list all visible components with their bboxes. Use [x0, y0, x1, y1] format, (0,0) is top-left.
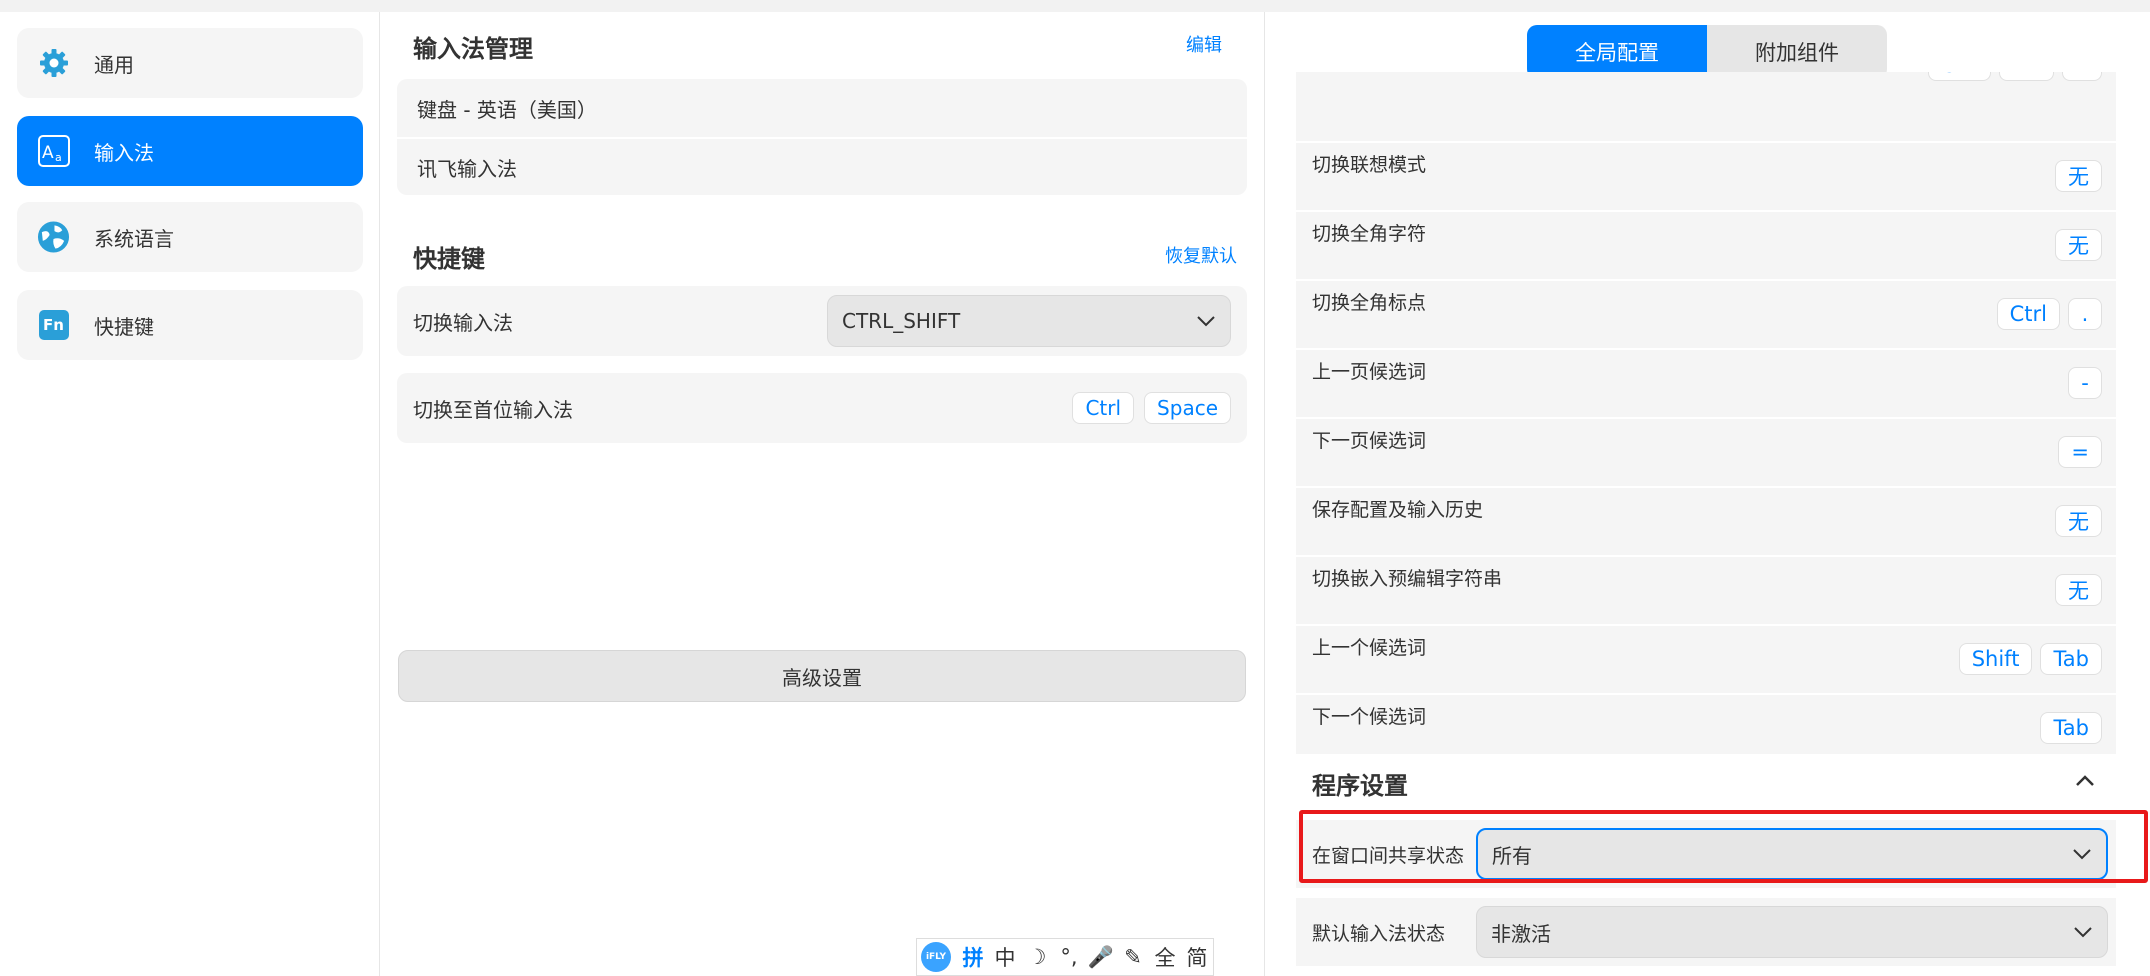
sidebar-item-general[interactable]: 通用	[17, 28, 363, 98]
sidebar-item-label: 输入法	[94, 140, 154, 165]
fullwidth-icon[interactable]: 全	[1149, 942, 1181, 972]
sidebar-item-shortcuts[interactable]: Fn 快捷键	[17, 290, 363, 360]
handwriting-icon[interactable]: ✎	[1117, 945, 1149, 969]
edit-link[interactable]: 编辑	[1186, 31, 1222, 57]
input-method-list: 键盘 - 英语（美国） 讯飞输入法	[397, 79, 1247, 195]
microphone-icon[interactable]: 🎤	[1085, 945, 1117, 970]
input-method-manage-title: 输入法管理	[413, 35, 533, 63]
table-row: Ctrl Alt B	[1296, 72, 2116, 97]
sidebar-item-input-method[interactable]: A a 输入法	[17, 116, 363, 186]
shortcut-label: 上一页候选词	[1312, 361, 1427, 383]
switch-input-method-select[interactable]: CTRL_SHIFT	[827, 295, 1231, 347]
key-space[interactable]: Space	[1144, 392, 1231, 424]
shortcut-label: 切换全角字符	[1312, 223, 1427, 245]
title-strip	[0, 0, 2150, 12]
advanced-settings-button[interactable]: 高级设置	[398, 650, 1246, 702]
input-method-panel: 输入法管理 编辑 键盘 - 英语（美国） 讯飞输入法 快捷键 恢复默认 切换输入…	[381, 12, 1265, 976]
shortcut-label: 切换联想模式	[1312, 154, 1427, 176]
table-row: 保存配置及输入历史 无	[1296, 486, 2116, 553]
table-row: 切换全角字符 无	[1296, 210, 2116, 277]
svg-text:a: a	[55, 151, 62, 164]
shortcut-label: 下一页候选词	[1312, 430, 1427, 452]
shortcut-key[interactable]: Shift	[1958, 642, 2033, 675]
gear-icon	[37, 47, 70, 80]
table-row: 切换全角标点 Ctrl .	[1296, 279, 2116, 346]
table-row: 下一个候选词 Tab	[1296, 693, 2116, 754]
shortcut-key[interactable]: 无	[2055, 504, 2102, 537]
switch-first-method-row: 切换至首位输入法 Ctrl Space	[397, 373, 1247, 443]
tab-addons[interactable]: 附加组件	[1707, 25, 1887, 79]
shortcut-label: 保存配置及输入历史	[1312, 499, 1484, 521]
switch-input-method-label: 切换输入法	[413, 310, 513, 335]
fn-key-text: Fn	[38, 310, 69, 340]
sidebar-item-label: 通用	[94, 52, 134, 77]
shortcut-key[interactable]: Tab	[2040, 711, 2102, 744]
config-tabs: 全局配置 附加组件	[1527, 25, 1887, 79]
shortcut-key[interactable]: 无	[2055, 228, 2102, 261]
key-alt[interactable]: Alt	[1999, 72, 2054, 81]
table-row: 上一个候选词 Shift Tab	[1296, 624, 2116, 691]
shortcut-key[interactable]: Ctrl	[1996, 297, 2060, 330]
shortcut-label: 切换全角标点	[1312, 292, 1427, 314]
fn-key-icon: Fn	[37, 309, 70, 342]
chevron-up-icon[interactable]	[2072, 768, 2098, 794]
sidebar-item-label: 快捷键	[94, 314, 154, 339]
list-item[interactable]: 键盘 - 英语（美国）	[397, 79, 1247, 137]
sidebar-item-label: 系统语言	[94, 226, 174, 251]
chevron-down-icon	[2074, 927, 2092, 938]
highlight-box	[1299, 810, 2148, 883]
shortcut-key[interactable]: 无	[2055, 159, 2102, 192]
list-item[interactable]: 讯飞输入法	[397, 137, 1247, 195]
chinese-mode-icon[interactable]: 中	[989, 942, 1021, 972]
simplified-icon[interactable]: 简	[1181, 942, 1213, 972]
shortcut-label: 上一个候选词	[1312, 637, 1427, 659]
default-state-label: 默认输入法状态	[1312, 922, 1446, 945]
globe-icon	[37, 221, 70, 254]
key-ctrl[interactable]: Ctrl	[1072, 392, 1135, 424]
svg-text:A: A	[42, 143, 54, 163]
shortcut-label: 切换嵌入预编辑字符串	[1312, 568, 1503, 590]
moon-icon[interactable]: ☽	[1021, 945, 1053, 969]
key-b[interactable]: B	[2061, 72, 2102, 81]
table-row: 下一页候选词 =	[1296, 417, 2116, 484]
shortcut-key[interactable]: 无	[2055, 573, 2102, 606]
shortcut-key[interactable]: -	[2068, 366, 2102, 399]
select-value: CTRL_SHIFT	[842, 309, 961, 333]
input-method-icon: A a	[37, 135, 70, 168]
global-shortcut-list: Ctrl Alt B 切换联想模式 无 切换全角字符 无 切换全角标点 Ctrl…	[1296, 72, 2116, 754]
shortcuts-title: 快捷键	[413, 245, 485, 273]
program-settings-title: 程序设置	[1312, 772, 1408, 800]
key-ctrl[interactable]: Ctrl	[1927, 72, 1992, 81]
select-value: 非激活	[1491, 921, 1551, 946]
pinyin-mode-icon[interactable]: 拼	[957, 942, 989, 972]
restore-default-link[interactable]: 恢复默认	[1165, 242, 1237, 268]
switch-input-method-row: 切换输入法 CTRL_SHIFT	[397, 286, 1247, 356]
default-state-select[interactable]: 非激活	[1476, 906, 2108, 958]
sidebar-item-system-language[interactable]: 系统语言	[17, 202, 363, 272]
table-row: 切换嵌入预编辑字符串 无	[1296, 555, 2116, 622]
shortcut-key[interactable]: Tab	[2040, 642, 2102, 675]
ifly-logo-icon[interactable]: iFLY	[921, 942, 951, 972]
tab-global-config[interactable]: 全局配置	[1527, 25, 1707, 79]
shortcut-label: 下一个候选词	[1312, 706, 1427, 728]
shortcut-key[interactable]: .	[2068, 297, 2102, 330]
table-row: 切换联想模式 无	[1296, 141, 2116, 208]
shortcut-key[interactable]: =	[2058, 435, 2102, 468]
table-row: 上一页候选词 -	[1296, 348, 2116, 415]
ime-toolbar: iFLY 拼 中 ☽ °, 🎤 ✎ 全 简	[916, 938, 1214, 976]
switch-first-method-label: 切换至首位输入法	[413, 397, 573, 422]
punctuation-icon[interactable]: °,	[1053, 945, 1085, 969]
sidebar: 通用 A a 输入法 系统语言 Fn 快捷键	[0, 12, 380, 976]
default-state-row: 默认输入法状态 非激活	[1296, 898, 2116, 966]
chevron-down-icon	[1197, 316, 1215, 327]
